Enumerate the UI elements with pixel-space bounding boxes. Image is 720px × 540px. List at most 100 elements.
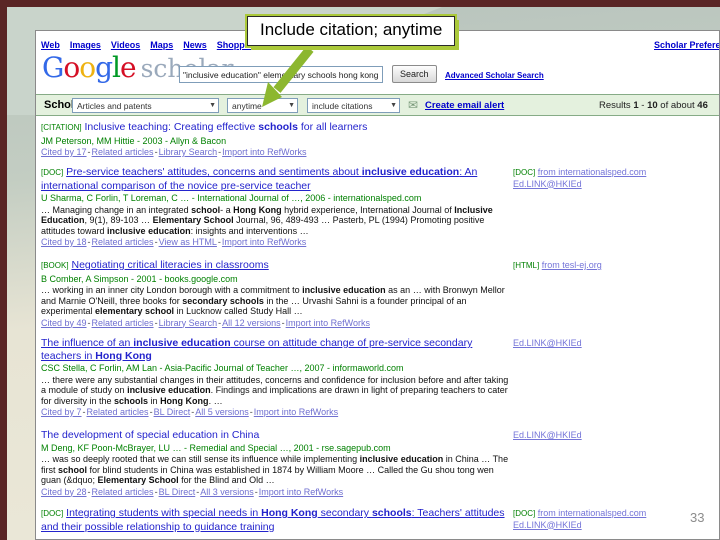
scholar-toolbar: Scholar Articles and patents ▼ anytime ▼…	[36, 94, 719, 116]
search-result-1: [CITATION] Inclusive teaching: Creating …	[41, 121, 719, 158]
result-authors: B Comber, A Simpson - 2001 - books.googl…	[41, 273, 238, 284]
fulltext-source-link[interactable]: from internationalsped.com	[538, 508, 647, 518]
articles-dropdown-value: Articles and patents	[77, 100, 152, 111]
scholar-preferences-link[interactable]: Scholar Preferences	[654, 40, 719, 50]
result-actions: Cited by 17Related articlesLibrary Searc…	[41, 147, 511, 158]
citations-dropdown[interactable]: include citations ▼	[307, 98, 400, 113]
logo-letter: G	[42, 51, 64, 84]
result-title-link[interactable]: Integrating students with special needs …	[41, 507, 505, 533]
result-title-link[interactable]: The development of special education in …	[41, 429, 259, 441]
result-title: [DOC] Integrating students with special …	[41, 507, 511, 533]
result-side-links: [DOC] from internationalsped.com Ed.LINK…	[513, 167, 717, 190]
logo-letter: o	[63, 51, 80, 84]
book-tag: [BOOK]	[41, 261, 69, 270]
result-authors: M Deng, KF Poon-McBrayer, LU … - Remedia…	[41, 442, 391, 453]
result-authors: U Sharma, C Forlin, T Loreman, C … - Int…	[41, 193, 422, 203]
citation-tag: [CITATION]	[41, 123, 82, 132]
cited-by-link[interactable]: Cited by 28	[41, 487, 92, 497]
logo-letter: o	[79, 51, 96, 84]
edlink-hkied-link[interactable]: Ed.LINK@HKIEd	[513, 179, 582, 189]
result-title-link[interactable]: Pre-service teachers' attitudes, concern…	[41, 166, 477, 192]
view-as-html-link[interactable]: View as HTML	[159, 237, 222, 247]
presentation-slide: Web Images Videos Maps News Shopping Scholar …	[0, 0, 720, 540]
articles-dropdown[interactable]: Articles and patents ▼	[72, 98, 219, 113]
result-snippet: … Managing change in an integrated schoo…	[41, 204, 493, 236]
result-actions: Cited by 28Related articlesBL DirectAll …	[41, 487, 511, 498]
result-actions: Cited by 7Related articlesBL DirectAll 5…	[41, 407, 511, 418]
result-title: [BOOK] Negotiating critical literacies i…	[41, 259, 511, 273]
result-snippet: … working in an inner city London boroug…	[41, 285, 505, 316]
nav-link-news[interactable]: News	[183, 40, 207, 50]
import-refworks-link[interactable]: Import into RefWorks	[286, 318, 370, 328]
result-title-link[interactable]: Inclusive teaching: Creating effective s…	[85, 121, 368, 133]
fulltext-source-link[interactable]: from internationalsped.com	[538, 167, 647, 177]
google-scholar-screenshot: Web Images Videos Maps News Shopping Scholar …	[35, 30, 720, 540]
html-tag: [HTML]	[513, 261, 540, 270]
logo-letter: l	[112, 51, 121, 84]
slide-page-number: 33	[690, 510, 705, 525]
all-versions-link[interactable]: All 3 versions	[200, 487, 259, 497]
edlink-hkied-link[interactable]: Ed.LINK@HKIEd	[513, 338, 582, 348]
search-input[interactable]	[179, 66, 383, 83]
advanced-scholar-search-link[interactable]: Advanced Scholar Search	[445, 71, 544, 80]
result-title: [DOC] Pre-service teachers' attitudes, c…	[41, 166, 511, 192]
bl-direct-link[interactable]: BL Direct	[154, 407, 196, 417]
doc-tag: [DOC]	[41, 509, 64, 518]
all-versions-link[interactable]: All 5 versions	[195, 407, 254, 417]
nav-link-web[interactable]: Web	[41, 40, 60, 50]
result-side-links: [DOC] from internationalsped.com Ed.LINK…	[513, 508, 717, 531]
library-search-link[interactable]: Library Search	[159, 147, 223, 157]
result-title-link[interactable]: The influence of an inclusive education …	[41, 337, 472, 362]
result-side-links: [HTML] from tesl-ej.org	[513, 260, 717, 272]
envelope-icon: ✉	[408, 98, 419, 112]
chevron-down-icon: ▼	[209, 102, 216, 109]
import-refworks-link[interactable]: Import into RefWorks	[222, 147, 306, 157]
search-result-6: [DOC] Integrating students with special …	[41, 507, 719, 533]
result-side-links: Ed.LINK@HKIEd	[513, 430, 717, 442]
nav-link-images[interactable]: Images	[70, 40, 101, 50]
nav-link-videos[interactable]: Videos	[111, 40, 140, 50]
doc-tag: [DOC]	[513, 168, 536, 177]
cited-by-link[interactable]: Cited by 18	[41, 237, 92, 247]
search-button[interactable]: Search	[392, 65, 437, 83]
related-articles-link[interactable]: Related articles	[92, 147, 159, 157]
anytime-dropdown[interactable]: anytime ▼	[227, 98, 298, 113]
result-authors: CSC Stella, C Forlin, AM Lan - Asia-Paci…	[41, 363, 404, 373]
result-title: The influence of an inclusive education …	[41, 337, 511, 362]
edlink-hkied-link[interactable]: Ed.LINK@HKIEd	[513, 430, 582, 440]
top-nav: Web Images Videos Maps News Shopping	[41, 40, 268, 50]
import-refworks-link[interactable]: Import into RefWorks	[222, 237, 306, 247]
cited-by-link[interactable]: Cited by 7	[41, 407, 87, 417]
bl-direct-link[interactable]: BL Direct	[159, 487, 201, 497]
create-email-alert-link[interactable]: Create email alert	[425, 100, 504, 111]
result-side-links: Ed.LINK@HKIEd	[513, 338, 717, 350]
all-versions-link[interactable]: All 12 versions	[222, 318, 286, 328]
citations-dropdown-value: include citations	[312, 100, 373, 111]
logo-letter: g	[95, 51, 113, 84]
library-search-link[interactable]: Library Search	[159, 318, 223, 328]
result-snippet: … was so deeply rooted that we can still…	[41, 454, 509, 485]
import-refworks-link[interactable]: Import into RefWorks	[259, 487, 343, 497]
result-title-link[interactable]: Negotiating critical literacies in class…	[71, 259, 268, 271]
doc-tag: [DOC]	[41, 168, 64, 177]
nav-link-maps[interactable]: Maps	[150, 40, 173, 50]
import-refworks-link[interactable]: Import into RefWorks	[254, 407, 338, 417]
cited-by-link[interactable]: Cited by 17	[41, 147, 92, 157]
related-articles-link[interactable]: Related articles	[92, 487, 159, 497]
search-result-4: The influence of an inclusive education …	[41, 337, 719, 418]
logo-letter: e	[120, 51, 137, 84]
result-actions: Cited by 18Related articlesView as HTMLI…	[41, 237, 511, 248]
search-result-5: The development of special education in …	[41, 429, 719, 498]
result-snippet: … there were any substantial changes in …	[41, 374, 509, 406]
result-title: [CITATION] Inclusive teaching: Creating …	[41, 121, 511, 135]
slide-frame-top	[0, 0, 720, 7]
search-result-2: [DOC] Pre-service teachers' attitudes, c…	[41, 166, 719, 248]
cited-by-link[interactable]: Cited by 49	[41, 318, 92, 328]
related-articles-link[interactable]: Related articles	[92, 318, 159, 328]
related-articles-link[interactable]: Related articles	[87, 407, 154, 417]
related-articles-link[interactable]: Related articles	[92, 237, 159, 247]
doc-tag: [DOC]	[513, 509, 536, 518]
result-actions: Cited by 49Related articlesLibrary Searc…	[41, 318, 511, 329]
fulltext-source-link[interactable]: from tesl-ej.org	[542, 260, 602, 270]
edlink-hkied-link[interactable]: Ed.LINK@HKIEd	[513, 520, 582, 530]
